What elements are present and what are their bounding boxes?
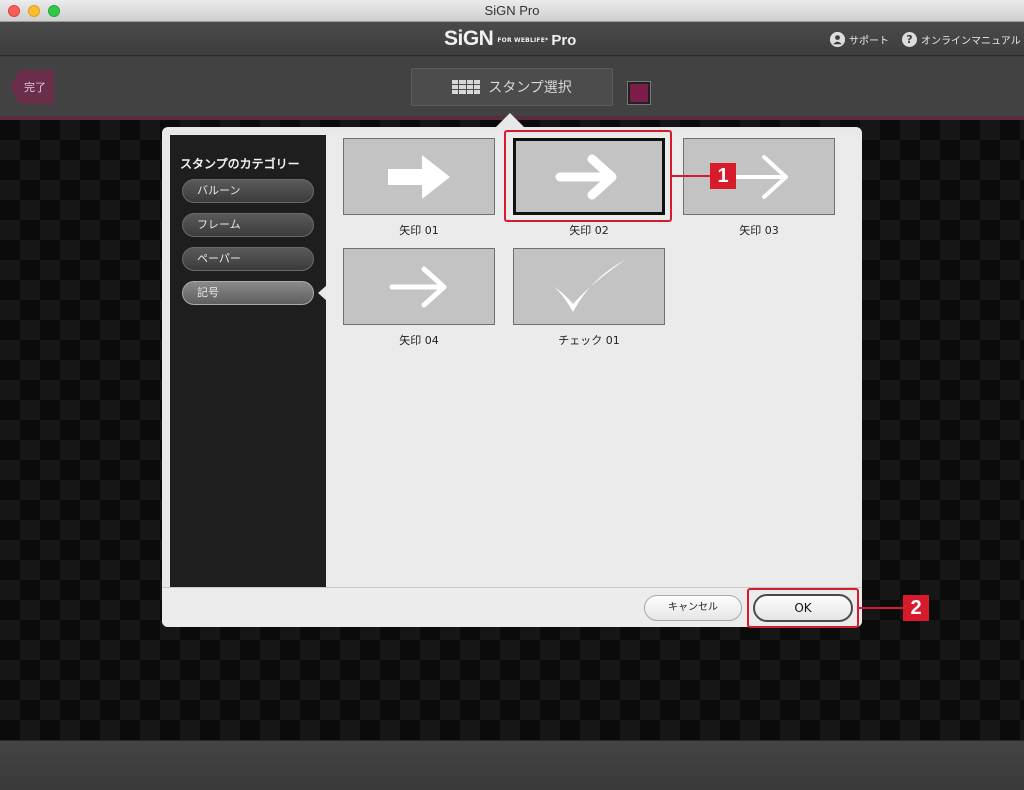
callout-1-badge: 1 — [710, 163, 736, 189]
thin-arrow-right-icon — [389, 266, 447, 307]
bottom-bar — [0, 740, 1024, 790]
stamp-arrow-03[interactable]: 矢印 03 — [683, 138, 835, 238]
category-balloon[interactable]: バルーン — [182, 179, 314, 203]
logo-main: SiGN — [444, 27, 494, 50]
category-frame[interactable]: フレーム — [182, 213, 314, 237]
category-panel: スタンプのカテゴリー バルーン フレーム ペーパー 記号 — [170, 135, 327, 587]
stamp-thumbnail — [513, 248, 665, 325]
app-logo: SiGN FOR WEBLIFE* Pro — [444, 27, 576, 51]
stamp-thumbnail — [343, 248, 495, 325]
category-title: スタンプのカテゴリー — [180, 157, 300, 171]
done-label: 完了 — [24, 81, 46, 94]
stamp-thumbnail — [343, 138, 495, 215]
logo-pro: Pro — [551, 32, 577, 49]
callout-2-highlight — [747, 588, 859, 628]
stamp-label: 矢印 01 — [399, 224, 439, 237]
online-manual-link[interactable]: ? オンラインマニュアル — [902, 31, 1021, 47]
stamp-select-label: スタンプ選択 — [488, 80, 572, 96]
support-label: サポート — [849, 35, 889, 47]
bold-arrow-right-icon — [388, 154, 450, 199]
callout-2-badge: 2 — [903, 595, 929, 621]
stamp-arrow-04[interactable]: 矢印 04 — [343, 248, 495, 348]
logo-sub: FOR WEBLIFE* — [497, 37, 549, 44]
callout-2-line — [859, 607, 903, 609]
app-header: SiGN FOR WEBLIFE* Pro サポート ? オンラインマニュアル — [0, 22, 1024, 56]
stamp-arrow-01[interactable]: 矢印 01 — [343, 138, 495, 238]
category-paper[interactable]: ペーパー — [182, 247, 314, 271]
help-icon: ? — [902, 31, 917, 47]
cancel-button[interactable]: キャンセル — [644, 595, 742, 621]
stamp-label: 矢印 04 — [399, 334, 439, 347]
grid-icon — [452, 80, 481, 94]
callout-1-line — [672, 175, 710, 177]
stamp-label: チェック 01 — [558, 334, 620, 347]
app-window: SiGN Pro SiGN FOR WEBLIFE* Pro サポート ? オンライ… — [0, 0, 1024, 790]
user-icon — [830, 31, 845, 47]
stamp-check-01[interactable]: チェック 01 — [513, 248, 665, 348]
category-symbol[interactable]: 記号 — [182, 281, 314, 305]
manual-label: オンラインマニュアル — [921, 35, 1021, 47]
checkmark-icon — [553, 259, 625, 312]
stamp-label: 矢印 02 — [569, 224, 609, 237]
stamp-select-button[interactable]: スタンプ選択 — [411, 68, 613, 106]
window-title: SiGN Pro — [484, 3, 540, 18]
window-titlebar: SiGN Pro — [0, 0, 1024, 22]
callout-1-highlight — [504, 130, 672, 222]
support-link[interactable]: サポート — [830, 31, 889, 47]
color-swatch[interactable] — [627, 81, 651, 105]
stamp-label: 矢印 03 — [739, 224, 779, 237]
